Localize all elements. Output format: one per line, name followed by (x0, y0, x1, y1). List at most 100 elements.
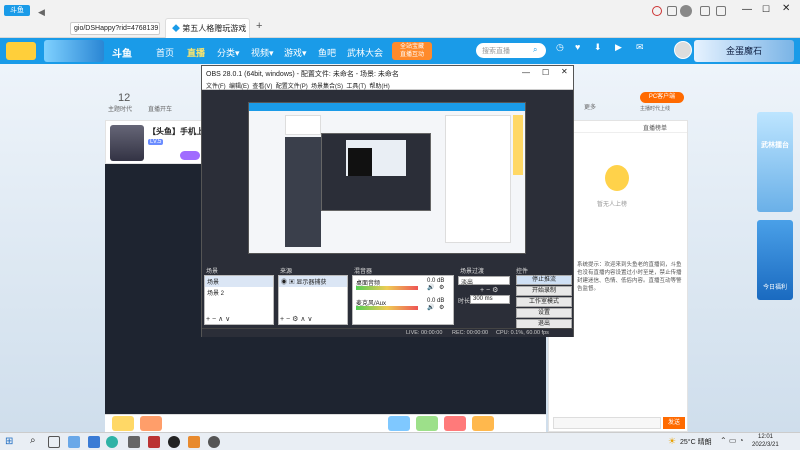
nav-yuba[interactable]: 鱼吧 (318, 46, 336, 59)
gear-icon[interactable]: ⚙ (292, 316, 298, 323)
header-logo-text[interactable]: 斗鱼 (112, 45, 132, 60)
mixer-gear-icon[interactable]: ⚙ (439, 304, 444, 311)
mixer-meter[interactable] (356, 306, 418, 310)
app-icon[interactable] (128, 436, 140, 448)
broadcast-icon[interactable]: ▶ (615, 42, 622, 53)
mixer-gear-icon[interactable]: ⚙ (439, 284, 444, 291)
message-icon[interactable]: ✉ (636, 42, 644, 53)
edge-icon[interactable] (106, 436, 118, 448)
gift-icon[interactable] (416, 416, 438, 431)
menu-icon[interactable] (700, 6, 710, 16)
down-icon[interactable]: ∨ (307, 316, 312, 323)
mail-icon[interactable] (88, 436, 100, 448)
search-taskbar-icon[interactable]: ⌕ (30, 435, 36, 446)
follow-icon[interactable]: ♥ (575, 42, 580, 52)
profile-avatar-icon[interactable] (680, 5, 692, 17)
tray-icons[interactable]: ⌃ ▭ ◔ (720, 436, 744, 445)
remove-icon[interactable]: − (286, 316, 290, 323)
obs-minimize-icon[interactable]: — (522, 68, 530, 77)
remove-icon[interactable]: − (486, 287, 490, 294)
video-area[interactable] (105, 164, 201, 414)
site-logo[interactable] (6, 42, 36, 60)
add-icon[interactable]: + (280, 316, 284, 323)
app-icon[interactable] (188, 436, 200, 448)
nav-category[interactable]: 分类▾ (217, 46, 240, 59)
obs-menu-file[interactable]: 文件(F) (206, 84, 226, 90)
more-label[interactable]: 更多 (584, 102, 596, 111)
gift-icon[interactable] (472, 416, 494, 431)
header-promo[interactable]: 全站宝藏 直播互动 (392, 42, 432, 60)
transition-select[interactable]: 淡出 (458, 276, 510, 286)
address-bar[interactable]: gio/DSHappy?rid=4768139 (70, 22, 160, 35)
add-icon[interactable]: + (480, 287, 484, 294)
up-icon[interactable]: ∧ (300, 316, 305, 323)
obs-menu-tools[interactable]: 工具(T) (346, 84, 366, 90)
close-icon[interactable]: ✕ (782, 3, 790, 14)
sidebar-promo-2[interactable]: 今日福利 (757, 220, 793, 300)
mixer-meter[interactable] (356, 286, 418, 290)
rank-title[interactable]: 直播榜单 (643, 123, 667, 132)
source-item[interactable]: ◉ ▣ 显示器捕获 (279, 276, 347, 287)
gift-icon[interactable] (444, 416, 466, 431)
nav-video[interactable]: 视频▾ (251, 46, 274, 59)
tab-active[interactable]: ◆ 第五人格赠玩游戏 (165, 18, 250, 38)
start-icon[interactable]: ⊞ (5, 436, 13, 447)
minimize-icon[interactable]: — (742, 4, 752, 15)
lock-icon[interactable]: ▣ (289, 280, 295, 286)
nav-game[interactable]: 游戏▾ (284, 46, 307, 59)
taskview-icon[interactable] (48, 436, 60, 448)
settings-icon[interactable] (716, 6, 726, 16)
clock-time[interactable]: 12:01 (758, 434, 773, 440)
obs-close-icon[interactable]: ✕ (561, 67, 568, 76)
download-icon[interactable]: ⬇ (594, 42, 602, 53)
chat-send-button[interactable]: 发送 (663, 417, 685, 429)
scene-item[interactable]: 场景 (205, 276, 273, 287)
history-icon[interactable]: ◷ (556, 42, 564, 53)
obs-menu-scene-collection[interactable]: 场景集合(S) (311, 84, 343, 90)
user-avatar[interactable] (674, 41, 692, 59)
browser-logo[interactable]: 斗鱼 (4, 5, 30, 16)
gift-icon[interactable] (140, 416, 162, 431)
volume-icon[interactable]: 🔊 (427, 304, 434, 311)
new-tab-button[interactable]: + (256, 20, 262, 32)
down-icon[interactable]: ∨ (225, 316, 230, 323)
clock-date[interactable]: 2022/3/21 (752, 442, 779, 448)
obs-taskbar-icon[interactable] (168, 436, 180, 448)
obs-menu-help[interactable]: 帮助(H) (369, 84, 389, 90)
star-icon[interactable] (652, 6, 662, 16)
start-recording-button[interactable]: 开始录制 (516, 286, 572, 296)
app-icon[interactable] (208, 436, 220, 448)
gift-icon[interactable] (388, 416, 410, 431)
app-icon[interactable] (148, 436, 160, 448)
nav-wulin[interactable]: 武林大会 (347, 46, 383, 59)
obs-preview[interactable] (248, 102, 526, 254)
add-icon[interactable]: + (206, 316, 210, 323)
gear-icon[interactable]: ⚙ (492, 287, 498, 294)
obs-menu-view[interactable]: 查看(V) (252, 84, 272, 90)
chat-input[interactable] (553, 417, 661, 429)
obs-maximize-icon[interactable]: ☐ (542, 68, 549, 77)
studio-mode-button[interactable]: 工作室模式 (516, 297, 572, 307)
sidebar-promo[interactable]: 武林擂台 (757, 112, 793, 212)
widgets-icon[interactable] (68, 436, 80, 448)
stop-streaming-button[interactable]: 停止推流 (516, 275, 572, 285)
weather-text[interactable]: 25°C 晴朗 (680, 437, 712, 447)
streamer-avatar[interactable] (110, 125, 144, 161)
nav-home[interactable]: 首页 (156, 46, 174, 59)
up-icon[interactable]: ∧ (218, 316, 223, 323)
volume-icon[interactable]: 🔊 (427, 284, 434, 291)
follow-button[interactable] (180, 151, 200, 160)
video-area-lower[interactable] (201, 337, 546, 414)
back-icon[interactable]: ◀ (38, 7, 45, 18)
nav-live[interactable]: 直播 (187, 46, 205, 59)
maximize-icon[interactable]: ☐ (762, 4, 770, 15)
scene-item[interactable]: 场景 2 (205, 287, 273, 298)
eye-icon[interactable]: ◉ (281, 280, 287, 286)
extension-icon[interactable] (667, 6, 677, 16)
obs-menu-profile[interactable]: 配置文件(P) (276, 84, 308, 90)
gift-icon[interactable] (112, 416, 134, 431)
search-icon[interactable]: ⌕ (533, 45, 537, 55)
pc-client-button[interactable]: PC客户端 (640, 92, 684, 103)
remove-icon[interactable]: − (212, 316, 216, 323)
duration-input[interactable]: 300 ms (470, 295, 510, 304)
